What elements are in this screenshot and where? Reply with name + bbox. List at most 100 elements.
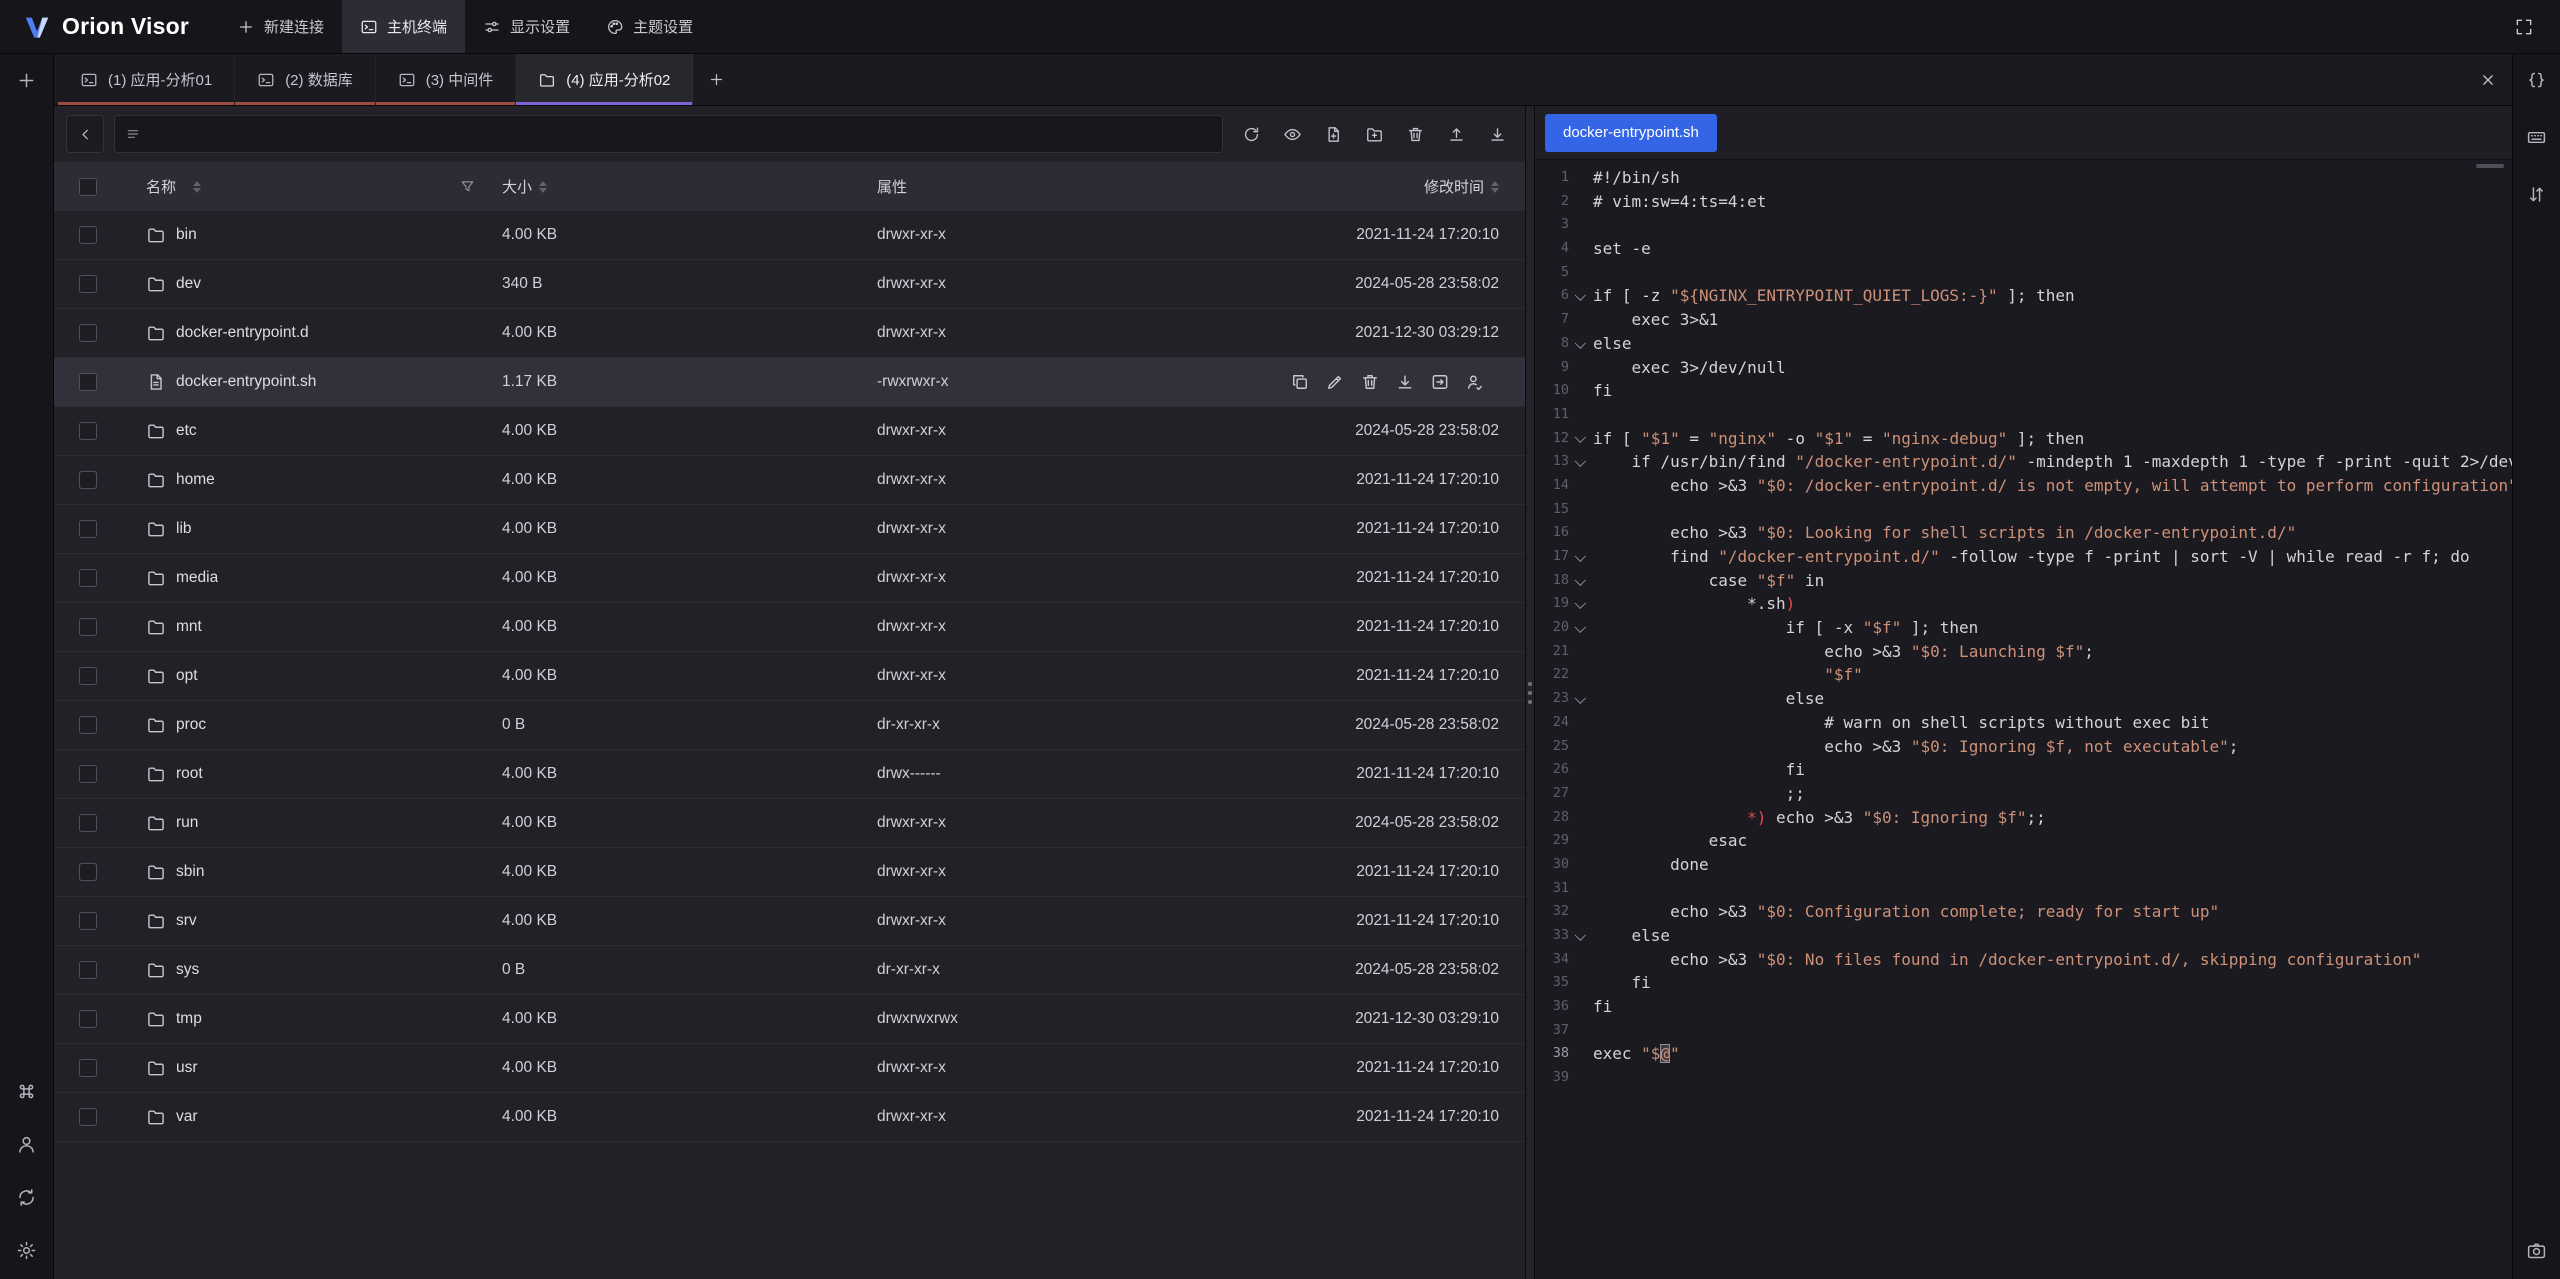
keyboard-button[interactable] xyxy=(2526,127,2547,148)
tabbar-close-button[interactable] xyxy=(2464,71,2512,89)
code-line[interactable]: 28 *) echo >&3 "$0: Ignoring $f";; xyxy=(1535,806,2512,830)
fold-icon[interactable] xyxy=(1569,332,1593,356)
code-line[interactable]: 39 xyxy=(1535,1066,2512,1090)
code-line[interactable]: 33 else xyxy=(1535,924,2512,948)
code-line[interactable]: 30 done xyxy=(1535,853,2512,877)
row-checkbox[interactable] xyxy=(79,716,97,734)
upload-button[interactable] xyxy=(1440,118,1472,150)
row-checkbox[interactable] xyxy=(79,765,97,783)
table-row[interactable]: sys0 Bdr-xr-xr-x2024-05-28 23:58:02 xyxy=(54,946,1525,995)
table-row[interactable]: run4.00 KBdrwxr-xr-x2024-05-28 23:58:02 xyxy=(54,799,1525,848)
edit-action-icon[interactable] xyxy=(1325,372,1345,392)
plus-button[interactable] xyxy=(16,70,37,91)
code-line[interactable]: 8else xyxy=(1535,332,2512,356)
code-line[interactable]: 25 echo >&3 "$0: Ignoring $f, not execut… xyxy=(1535,735,2512,759)
table-row[interactable]: mnt4.00 KBdrwxr-xr-x2021-11-24 17:20:10 xyxy=(54,603,1525,652)
table-row[interactable]: var4.00 KBdrwxr-xr-x2021-11-24 17:20:10 xyxy=(54,1093,1525,1142)
file-create-button[interactable] xyxy=(1317,118,1349,150)
eye-button[interactable] xyxy=(1276,118,1308,150)
table-row[interactable]: opt4.00 KBdrwxr-xr-x2021-11-24 17:20:10 xyxy=(54,652,1525,701)
code-line[interactable]: 23 else xyxy=(1535,687,2512,711)
gear-button[interactable] xyxy=(16,1240,37,1261)
fullscreen-button[interactable] xyxy=(2506,17,2542,37)
row-checkbox[interactable] xyxy=(79,569,97,587)
code-line[interactable]: 34 echo >&3 "$0: No files found in /dock… xyxy=(1535,948,2512,972)
code-line[interactable]: 7 exec 3>&1 xyxy=(1535,308,2512,332)
scrollbar-thumb[interactable] xyxy=(2476,164,2504,168)
table-row[interactable]: dev340 Bdrwxr-xr-x2024-05-28 23:58:02 xyxy=(54,260,1525,309)
table-row[interactable]: sbin4.00 KBdrwxr-xr-x2021-11-24 17:20:10 xyxy=(54,848,1525,897)
fold-icon[interactable] xyxy=(1569,569,1593,593)
code-line[interactable]: 31 xyxy=(1535,877,2512,901)
code-line[interactable]: 18 case "$f" in xyxy=(1535,569,2512,593)
move-action-icon[interactable] xyxy=(1430,372,1450,392)
nav-item-theme[interactable]: 主题设置 xyxy=(588,0,711,53)
table-row[interactable]: home4.00 KBdrwxr-xr-x2021-11-24 17:20:10 xyxy=(54,456,1525,505)
refresh-button[interactable] xyxy=(1235,118,1267,150)
code-line[interactable]: 10fi xyxy=(1535,379,2512,403)
session-tab[interactable]: (4) 应用-分析02 xyxy=(516,54,693,105)
fold-icon[interactable] xyxy=(1569,687,1593,711)
code-line[interactable]: 11 xyxy=(1535,403,2512,427)
code-line[interactable]: 5 xyxy=(1535,261,2512,285)
code-line[interactable]: 2# vim:sw=4:ts=4:et xyxy=(1535,190,2512,214)
fold-icon[interactable] xyxy=(1569,592,1593,616)
code-line[interactable]: 6if [ -z "${NGINX_ENTRYPOINT_QUIET_LOGS:… xyxy=(1535,284,2512,308)
row-checkbox[interactable] xyxy=(79,226,97,244)
session-tab[interactable]: (2) 数据库 xyxy=(235,54,376,105)
fold-icon[interactable] xyxy=(1569,427,1593,451)
braces-button[interactable] xyxy=(2526,70,2547,91)
table-row[interactable]: root4.00 KBdrwx------2021-11-24 17:20:10 xyxy=(54,750,1525,799)
table-row[interactable]: etc4.00 KBdrwxr-xr-x2024-05-28 23:58:02 xyxy=(54,407,1525,456)
chmod-action-icon[interactable] xyxy=(1465,372,1485,392)
table-row[interactable]: bin4.00 KBdrwxr-xr-x2021-11-24 17:20:10 xyxy=(54,211,1525,260)
table-row[interactable]: tmp4.00 KBdrwxrwxrwx2021-12-30 03:29:10 xyxy=(54,995,1525,1044)
table-row[interactable]: docker-entrypoint.sh1.17 KB-rwxrwxr-x xyxy=(54,358,1525,407)
download-button[interactable] xyxy=(1481,118,1513,150)
table-row[interactable]: usr4.00 KBdrwxr-xr-x2021-11-24 17:20:10 xyxy=(54,1044,1525,1093)
column-size-label[interactable]: 大小 xyxy=(502,176,532,197)
code-line[interactable]: 12if [ "$1" = "nginx" -o "$1" = "nginx-d… xyxy=(1535,427,2512,451)
table-row[interactable]: proc0 Bdr-xr-xr-x2024-05-28 23:58:02 xyxy=(54,701,1525,750)
row-checkbox[interactable] xyxy=(79,961,97,979)
copy-action-icon[interactable] xyxy=(1290,372,1310,392)
code-line[interactable]: 21 echo >&3 "$0: Launching $f"; xyxy=(1535,640,2512,664)
swap-button[interactable] xyxy=(2526,184,2547,205)
row-checkbox[interactable] xyxy=(79,1059,97,1077)
session-tab[interactable]: (3) 中间件 xyxy=(376,54,517,105)
row-checkbox[interactable] xyxy=(79,373,97,391)
command-button[interactable] xyxy=(16,1081,37,1102)
table-row[interactable]: srv4.00 KBdrwxr-xr-x2021-11-24 17:20:10 xyxy=(54,897,1525,946)
sync-button[interactable] xyxy=(16,1187,37,1208)
code-line[interactable]: 35 fi xyxy=(1535,971,2512,995)
delete-action-icon[interactable] xyxy=(1360,372,1380,392)
row-checkbox[interactable] xyxy=(79,1010,97,1028)
code-line[interactable]: 1#!/bin/sh xyxy=(1535,166,2512,190)
code-line[interactable]: 37 xyxy=(1535,1019,2512,1043)
nav-item-display[interactable]: 显示设置 xyxy=(465,0,588,53)
panel-splitter[interactable] xyxy=(1525,106,1535,1279)
folder-create-button[interactable] xyxy=(1358,118,1390,150)
row-checkbox[interactable] xyxy=(79,814,97,832)
table-row[interactable]: docker-entrypoint.d4.00 KBdrwxr-xr-x2021… xyxy=(54,309,1525,358)
path-input[interactable] xyxy=(149,126,1212,143)
fold-icon[interactable] xyxy=(1569,545,1593,569)
row-checkbox[interactable] xyxy=(79,618,97,636)
row-checkbox[interactable] xyxy=(79,1108,97,1126)
code-line[interactable]: 20 if [ -x "$f" ]; then xyxy=(1535,616,2512,640)
code-line[interactable]: 24 # warn on shell scripts without exec … xyxy=(1535,711,2512,735)
column-name-label[interactable]: 名称 xyxy=(146,176,176,197)
code-line[interactable]: 17 find "/docker-entrypoint.d/" -follow … xyxy=(1535,545,2512,569)
fold-icon[interactable] xyxy=(1569,450,1593,474)
row-checkbox[interactable] xyxy=(79,324,97,342)
camera-button[interactable] xyxy=(2526,1240,2547,1261)
sort-name-icon[interactable] xyxy=(193,181,201,193)
fold-icon[interactable] xyxy=(1569,284,1593,308)
code-line[interactable]: 22 "$f" xyxy=(1535,663,2512,687)
code-line[interactable]: 16 echo >&3 "$0: Looking for shell scrip… xyxy=(1535,521,2512,545)
user-button[interactable] xyxy=(16,1134,37,1155)
filter-icon[interactable] xyxy=(459,178,476,195)
code-line[interactable]: 19 *.sh) xyxy=(1535,592,2512,616)
code-line[interactable]: 29 esac xyxy=(1535,829,2512,853)
back-button[interactable] xyxy=(66,115,104,153)
